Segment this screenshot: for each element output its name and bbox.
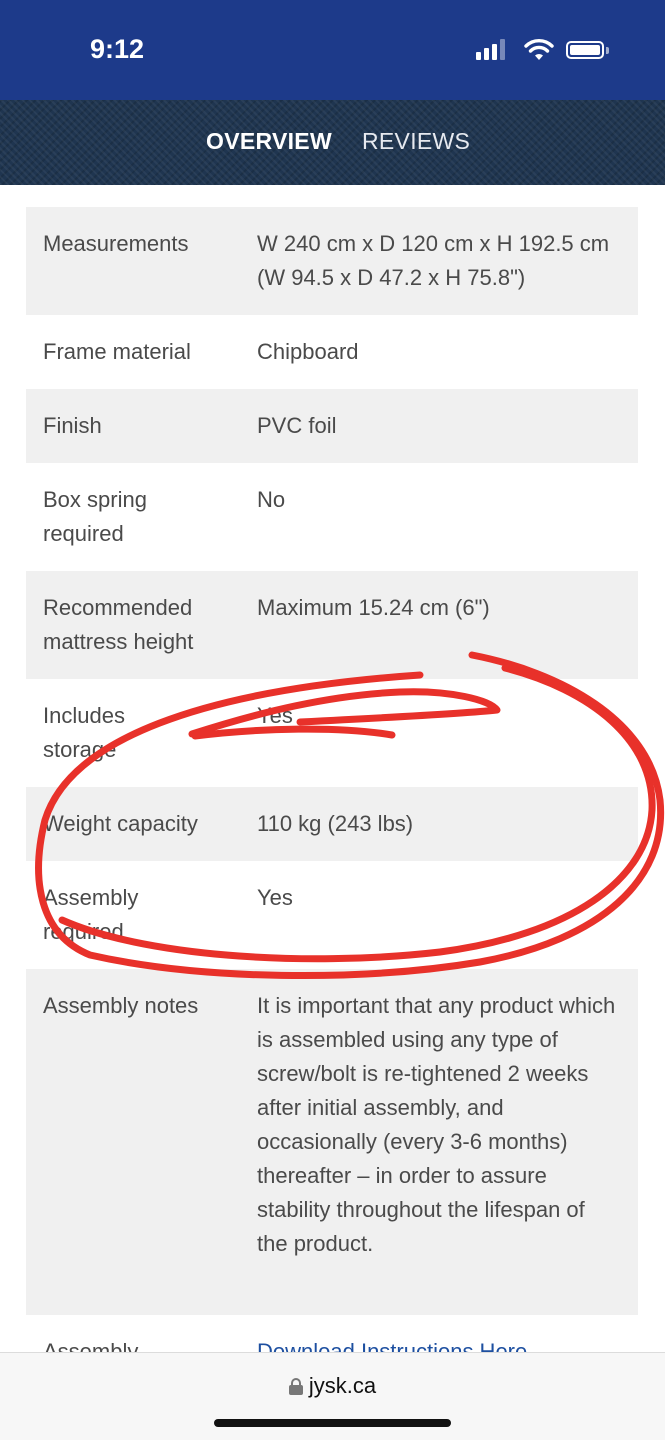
spec-row-weight-capacity: Weight capacity 110 kg (243 lbs) <box>26 787 638 861</box>
spec-row-assembly-instructions: Assembly Download Instructions Here <box>26 1315 638 1355</box>
spec-label: Box spring required <box>43 487 147 546</box>
spec-row-mattress-height: Recommended mattress height Maximum 15.2… <box>26 571 638 679</box>
product-tabbar: OVERVIEW REVIEWS <box>0 100 665 185</box>
spec-label: Recommended mattress height <box>43 595 194 654</box>
browser-url-bar[interactable]: jysk.ca <box>0 1352 665 1440</box>
spec-value: 110 kg (243 lbs) <box>257 811 414 836</box>
spec-row-frame-material: Frame material Chipboard <box>26 315 638 389</box>
spec-value: Maximum 15.24 cm (6") <box>257 595 490 620</box>
spec-row-finish: Finish PVC foil <box>26 389 638 463</box>
spec-value: It is important that any product which i… <box>257 993 616 1256</box>
spec-label: Measurements <box>43 231 189 256</box>
spec-label: Assembly notes <box>43 993 199 1018</box>
spec-value: PVC foil <box>257 413 337 438</box>
lock-icon <box>288 1378 303 1395</box>
spec-label: Weight capacity <box>43 811 198 836</box>
wifi-icon <box>524 39 554 60</box>
spec-row-measurements: Measurements W 240 cm x D 120 cm x H 192… <box>26 207 638 315</box>
spec-row-storage: Includes storage Yes <box>26 679 638 787</box>
spec-row-assembly-notes: Assembly notes It is important that any … <box>26 969 638 1315</box>
url-display[interactable]: jysk.ca <box>0 1373 665 1399</box>
spec-value: No <box>257 487 286 512</box>
spec-label: Includes storage <box>43 703 125 762</box>
spec-label: Finish <box>43 413 102 438</box>
specifications-table: Measurements W 240 cm x D 120 cm x H 192… <box>26 185 638 1355</box>
spec-value: W 240 cm x D 120 cm x H 192.5 cm (W 94.5… <box>257 231 610 290</box>
spec-value: Yes <box>257 703 293 728</box>
status-time: 9:12 <box>90 34 145 64</box>
tab-overview[interactable]: OVERVIEW <box>206 128 332 155</box>
spec-label: Frame material <box>43 339 191 364</box>
home-indicator[interactable] <box>214 1419 451 1427</box>
spec-row-box-spring: Box spring required No <box>26 463 638 571</box>
spec-row-assembly-required: Assembly required Yes <box>26 861 638 969</box>
url-text: jysk.ca <box>308 1373 377 1398</box>
spec-value: Yes <box>257 885 293 910</box>
battery-icon <box>566 41 604 59</box>
status-bar: 9:12 <box>0 0 665 100</box>
cellular-signal-icon <box>476 38 510 60</box>
spec-value: Chipboard <box>257 339 359 364</box>
tab-reviews[interactable]: REVIEWS <box>362 128 470 155</box>
spec-label: Assembly required <box>43 885 139 944</box>
table-row-top-edge <box>26 185 638 207</box>
